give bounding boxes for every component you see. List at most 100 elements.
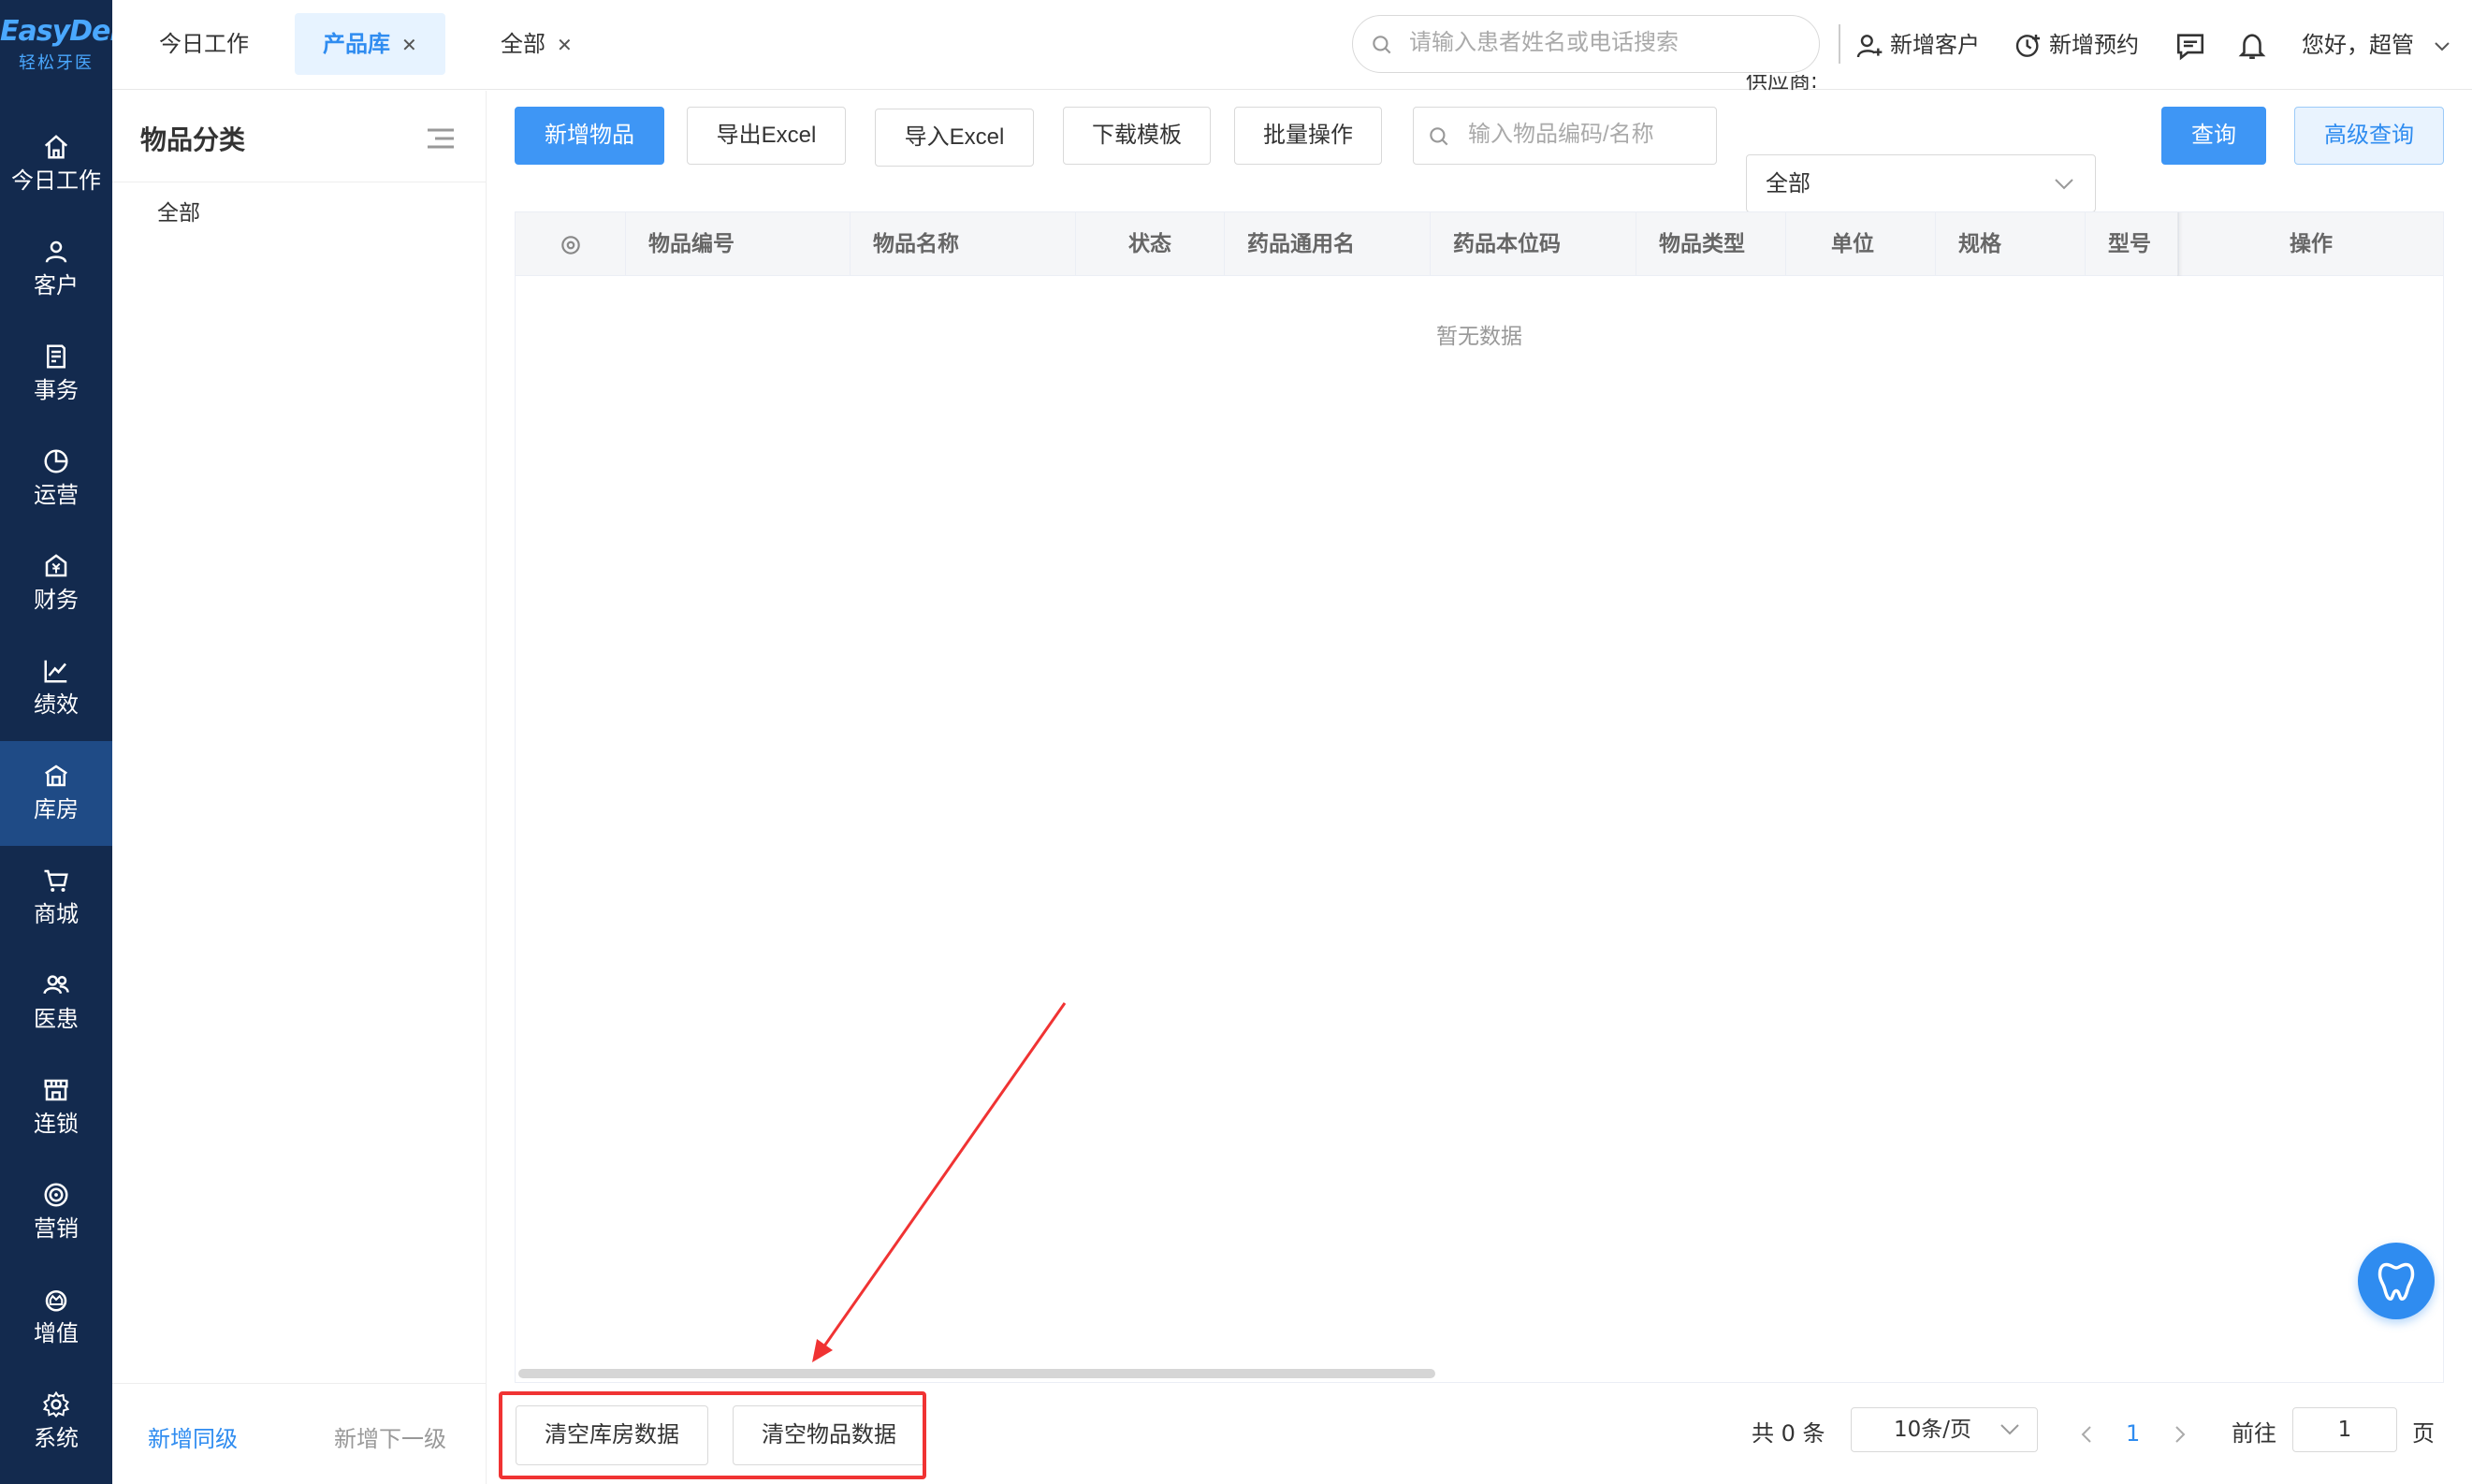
category-title: 物品分类 bbox=[140, 124, 246, 155]
category-item-all[interactable]: 全部 bbox=[157, 195, 200, 226]
search-icon bbox=[1373, 36, 1391, 54]
greeting-text: 您好，超管 bbox=[2302, 32, 2414, 58]
chevron-right-icon bbox=[2175, 1426, 2186, 1443]
empty-table-text: 暂无数据 bbox=[1436, 325, 1522, 349]
close-icon[interactable]: ✕ bbox=[557, 34, 573, 56]
add-clock-icon bbox=[2015, 35, 2040, 57]
logo-text-en: EasyDent bbox=[0, 15, 142, 48]
prev-page-button[interactable] bbox=[2079, 1415, 2094, 1452]
money-icon bbox=[45, 554, 67, 577]
close-icon[interactable]: ✕ bbox=[401, 34, 417, 56]
nav-item-performance[interactable]: 绩效 bbox=[0, 636, 112, 741]
batch-operation-button[interactable]: 批量操作 bbox=[1234, 107, 1382, 165]
divider bbox=[1839, 24, 1840, 64]
page-size-value: 10条/页 bbox=[1894, 1418, 1972, 1442]
download-template-button[interactable]: 下载模板 bbox=[1063, 107, 1211, 165]
add-sibling-button[interactable]: 新增同级 bbox=[148, 1420, 238, 1453]
crown-icon bbox=[45, 1290, 67, 1312]
tab-product-library[interactable]: 产品库 ✕ bbox=[295, 13, 445, 75]
message-button[interactable] bbox=[2174, 24, 2212, 65]
app-logo[interactable]: EasyDent 轻松牙医 bbox=[0, 15, 142, 94]
tooth-icon bbox=[2377, 1262, 2415, 1302]
menu-icon bbox=[428, 128, 454, 149]
nav-item-chain[interactable]: 连锁 bbox=[0, 1055, 112, 1160]
nav-item-mall[interactable]: 商城 bbox=[0, 846, 112, 951]
divider bbox=[112, 1383, 487, 1384]
people-icon bbox=[43, 975, 69, 995]
nav-label: 系统 bbox=[34, 1425, 79, 1451]
nav-item-affairs[interactable]: 事务 bbox=[0, 322, 112, 427]
home-icon bbox=[44, 135, 68, 159]
query-button[interactable]: 查询 bbox=[2161, 107, 2266, 165]
nav-item-today[interactable]: 今日工作 bbox=[0, 112, 112, 217]
nav-label: 连锁 bbox=[34, 1111, 79, 1137]
add-item-button[interactable]: 新增物品 bbox=[515, 107, 664, 165]
advanced-query-button[interactable]: 高级查询 bbox=[2294, 107, 2444, 165]
new-appointment-label: 新增预约 bbox=[2049, 32, 2139, 58]
gear-icon bbox=[42, 1390, 70, 1419]
patient-search-box bbox=[1352, 15, 1820, 73]
import-excel-button[interactable]: 导入Excel bbox=[875, 109, 1034, 167]
column-header-item-name: 物品名称 bbox=[851, 212, 1076, 276]
collapse-menu-button[interactable] bbox=[426, 125, 456, 155]
nav-item-finance[interactable]: 财务 bbox=[0, 531, 112, 636]
page-size-select[interactable]: 10条/页 bbox=[1851, 1407, 2038, 1452]
goto-page-input[interactable]: 1 bbox=[2292, 1407, 2397, 1452]
nav-label: 营销 bbox=[34, 1215, 79, 1242]
new-customer-label: 新增客户 bbox=[1890, 32, 1980, 58]
page-number-current[interactable]: 1 bbox=[2126, 1415, 2140, 1452]
nav-item-customer[interactable]: 客户 bbox=[0, 217, 112, 322]
nav-label: 绩效 bbox=[34, 691, 79, 718]
assistant-button[interactable] bbox=[2358, 1243, 2435, 1319]
nav-item-marketing[interactable]: 营销 bbox=[0, 1160, 112, 1265]
supplier-label: 供应商: bbox=[1746, 75, 1818, 94]
new-appointment-button[interactable]: 新增预约 bbox=[2014, 24, 2139, 65]
new-customer-button[interactable]: 新增客户 bbox=[1854, 24, 1980, 65]
item-search-input[interactable] bbox=[1468, 108, 1711, 162]
add-child-button[interactable]: 新增下一级 bbox=[334, 1420, 446, 1453]
nav-item-value-added[interactable]: 增值 bbox=[0, 1265, 112, 1370]
patient-search-input[interactable] bbox=[1409, 16, 1802, 70]
column-header-spec: 规格 bbox=[1936, 212, 2086, 276]
nav-item-operation[interactable]: 运营 bbox=[0, 427, 112, 531]
fixed-column-shadow bbox=[2177, 212, 2183, 276]
column-header-drug-generic-name: 药品通用名 bbox=[1225, 212, 1431, 276]
column-header-model: 型号 bbox=[2086, 212, 2179, 276]
user-icon bbox=[45, 240, 67, 263]
warehouse-icon bbox=[45, 764, 67, 787]
settings-icon bbox=[560, 235, 580, 255]
next-page-button[interactable] bbox=[2173, 1415, 2188, 1452]
column-settings[interactable] bbox=[516, 212, 626, 276]
column-header-actions: 操作 bbox=[2290, 232, 2333, 256]
tab-today-work[interactable]: 今日工作 bbox=[131, 13, 277, 75]
search-icon bbox=[1430, 127, 1448, 146]
nav-item-system[interactable]: 系统 bbox=[0, 1370, 112, 1475]
pie-chart-icon bbox=[44, 449, 68, 473]
message-icon bbox=[2176, 34, 2204, 61]
supplier-select[interactable]: 全部 bbox=[1746, 154, 2096, 212]
tab-all[interactable]: 全部 ✕ bbox=[473, 13, 601, 75]
tab-label: 全部 bbox=[501, 31, 545, 57]
chevron-down-icon bbox=[2055, 179, 2073, 190]
chevron-down-icon bbox=[2000, 1424, 2019, 1435]
tab-label: 产品库 bbox=[323, 31, 390, 57]
nav-label: 医患 bbox=[34, 1006, 79, 1032]
horizontal-scrollbar[interactable] bbox=[518, 1369, 1435, 1378]
nav-label: 今日工作 bbox=[11, 167, 101, 194]
nav-label: 运营 bbox=[34, 482, 79, 508]
notification-button[interactable] bbox=[2236, 24, 2274, 65]
export-excel-button[interactable]: 导出Excel bbox=[687, 107, 846, 165]
supplier-value: 全部 bbox=[1766, 170, 1810, 196]
nav-label: 商城 bbox=[34, 901, 79, 927]
logo-text-cn: 轻松牙医 bbox=[19, 53, 94, 73]
user-menu[interactable]: 您好，超管 bbox=[2302, 24, 2459, 65]
tab-label: 今日工作 bbox=[159, 31, 249, 57]
cart-icon bbox=[44, 869, 68, 892]
document-icon bbox=[47, 344, 65, 369]
nav-item-warehouse[interactable]: 库房 bbox=[0, 741, 112, 846]
items-table bbox=[515, 211, 2444, 1383]
column-header-status: 状态 bbox=[1076, 212, 1225, 276]
line-chart-icon bbox=[44, 660, 67, 683]
nav-label: 客户 bbox=[34, 272, 79, 298]
nav-item-doctor-patient[interactable]: 医患 bbox=[0, 951, 112, 1055]
